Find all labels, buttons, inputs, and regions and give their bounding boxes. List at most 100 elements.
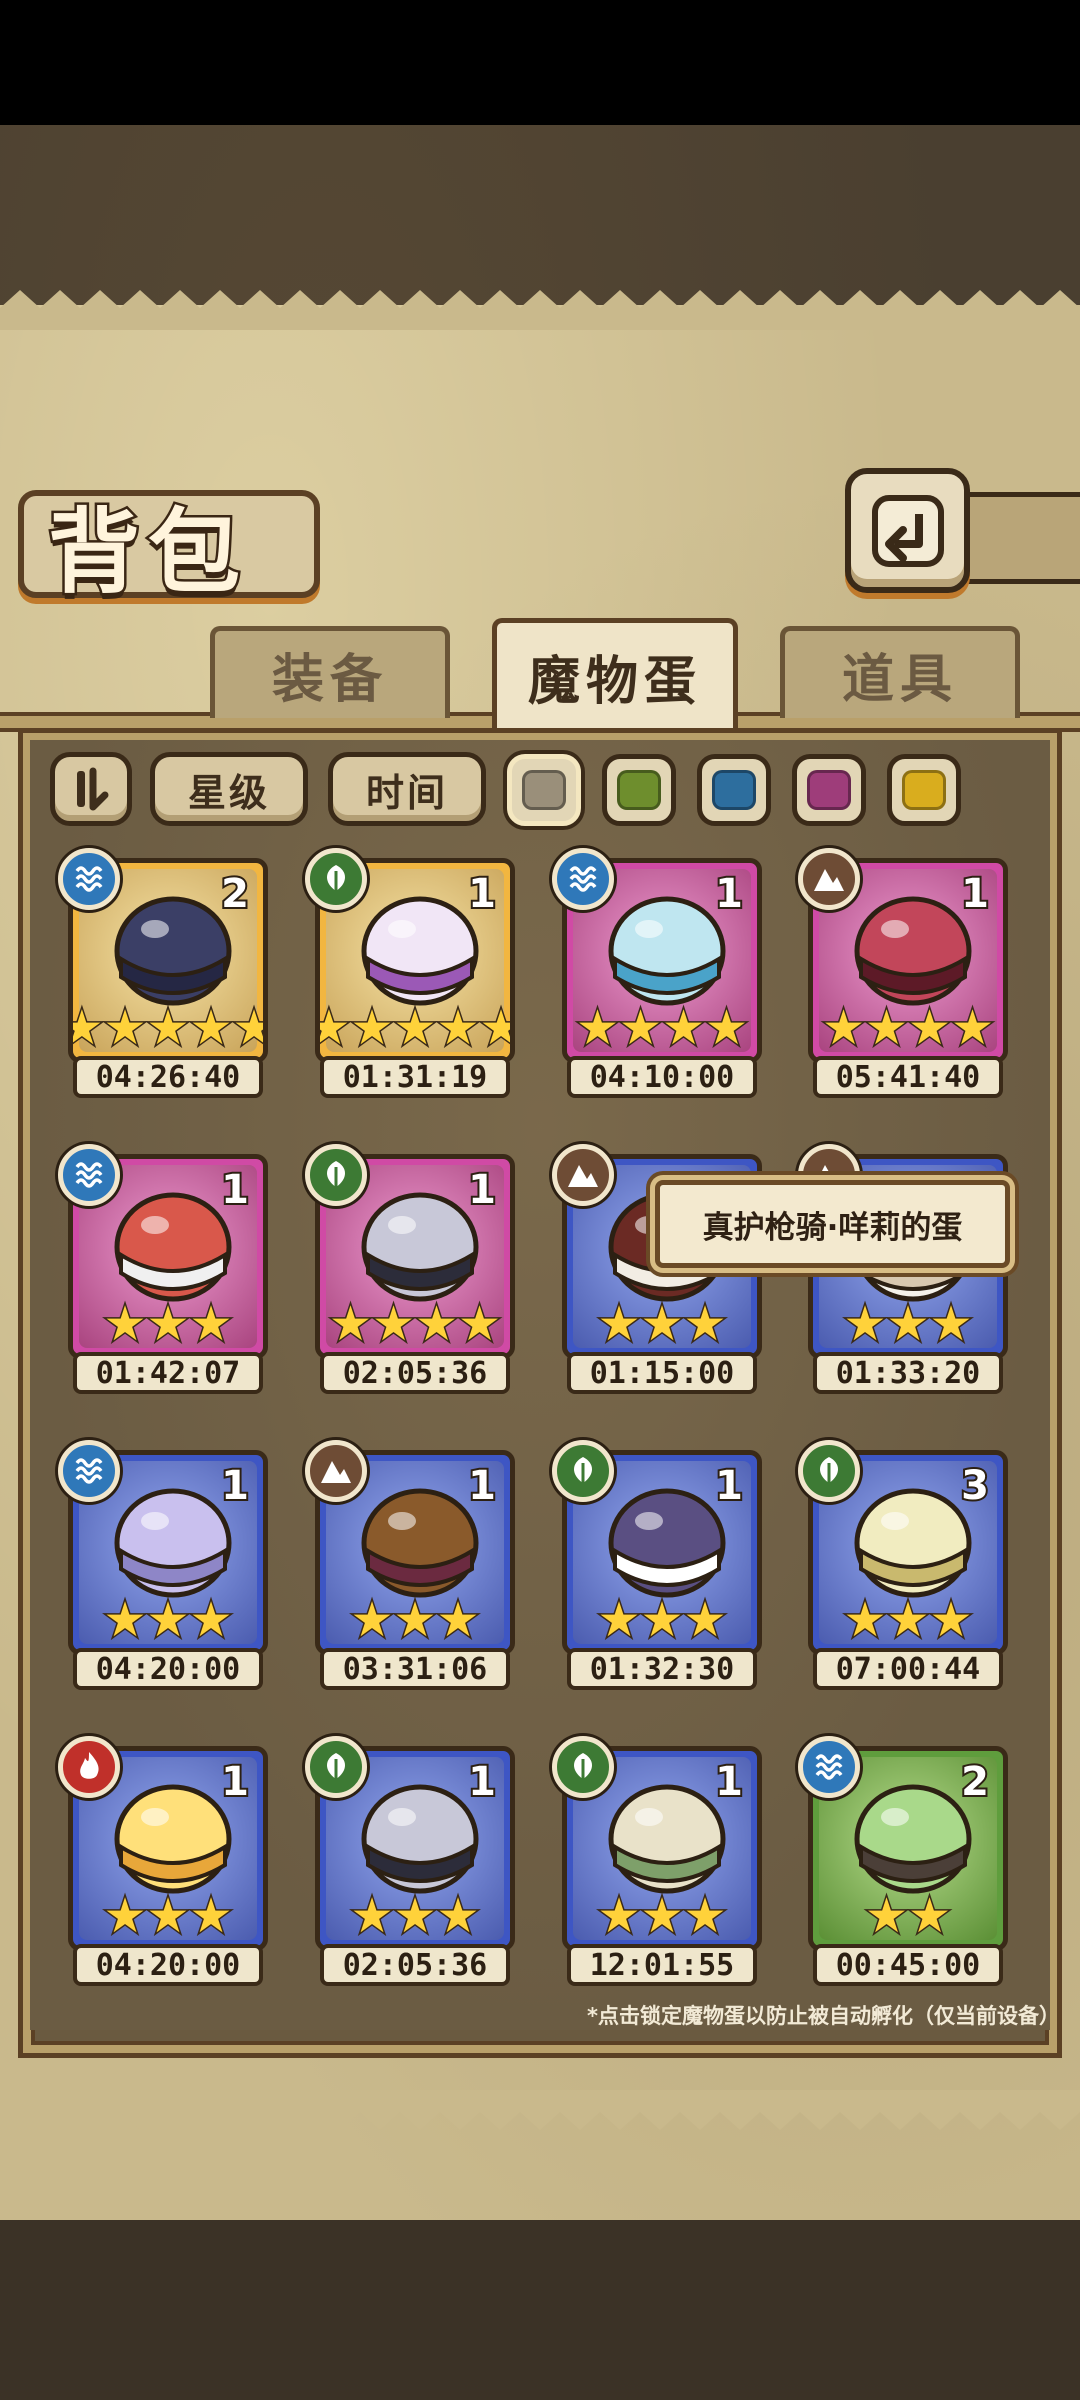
sort-by-time-button[interactable]: 时间 bbox=[328, 752, 486, 826]
star-rating: ★★★★ bbox=[567, 1000, 757, 1056]
earth-element-icon bbox=[552, 1144, 614, 1206]
star-icons: ★★★ bbox=[102, 1888, 234, 1944]
star-icons: ★★★ bbox=[349, 1888, 481, 1944]
hatch-timer: 12:01:55 bbox=[567, 1944, 757, 1986]
hatch-timer: 01:15:00 bbox=[567, 1352, 757, 1394]
hatch-timer: 04:26:40 bbox=[73, 1056, 263, 1098]
water-element-icon bbox=[58, 848, 120, 910]
torn-edge-top bbox=[0, 290, 1080, 330]
earth-element-icon bbox=[798, 848, 860, 910]
hatch-timer: 05:41:40 bbox=[813, 1056, 1003, 1098]
tab-items[interactable]: 道具 bbox=[780, 626, 1020, 718]
sort-order-icon bbox=[77, 767, 109, 811]
egg-count: 1 bbox=[713, 1757, 745, 1807]
star-icons: ★★★ bbox=[842, 1296, 974, 1352]
lock-hint-footnote: *点击锁定魔物蛋以防止被自动孵化（仅当前设备） bbox=[587, 2004, 1060, 2028]
hatch-timer: 03:31:06 bbox=[320, 1648, 510, 1690]
sort-by-stars-button[interactable]: 星级 bbox=[150, 752, 308, 826]
leaf-element-icon bbox=[305, 1736, 367, 1798]
color-filter-swatch[interactable] bbox=[792, 754, 866, 826]
egg-count: 1 bbox=[466, 1461, 498, 1511]
water-element-icon bbox=[58, 1144, 120, 1206]
star-rating: ★★★ bbox=[73, 1888, 263, 1944]
hatch-timer: 04:10:00 bbox=[567, 1056, 757, 1098]
earth-element-icon bbox=[305, 1440, 367, 1502]
hatch-timer: 01:42:07 bbox=[73, 1352, 263, 1394]
star-rating: ★★★ bbox=[320, 1888, 510, 1944]
color-filter-swatch[interactable] bbox=[507, 754, 581, 826]
leaf-element-icon bbox=[305, 1144, 367, 1206]
star-icons: ★★★★★ bbox=[315, 1000, 515, 1056]
swatch-color bbox=[617, 770, 661, 810]
torn-edge-bottom bbox=[0, 2090, 1080, 2130]
color-filter-swatch[interactable] bbox=[697, 754, 771, 826]
star-rating: ★★★ bbox=[567, 1296, 757, 1352]
egg-count: 1 bbox=[713, 869, 745, 919]
star-rating: ★★★★★ bbox=[73, 1003, 263, 1054]
color-filter-swatch[interactable] bbox=[887, 754, 961, 826]
swatch-color bbox=[712, 770, 756, 810]
tab-equipment[interactable]: 装备 bbox=[210, 626, 450, 718]
star-icons: ★★★★ bbox=[574, 1000, 749, 1056]
egg-count: 1 bbox=[219, 1461, 251, 1511]
star-rating: ★★★ bbox=[567, 1592, 757, 1648]
fire-element-icon bbox=[58, 1736, 120, 1798]
back-arrow-icon bbox=[871, 494, 944, 567]
leaf-element-icon bbox=[552, 1440, 614, 1502]
star-rating: ★★★★★ bbox=[320, 1003, 510, 1054]
egg-count: 2 bbox=[959, 1757, 991, 1807]
hatch-timer: 04:20:00 bbox=[73, 1648, 263, 1690]
hatch-timer: 01:31:19 bbox=[320, 1056, 510, 1098]
egg-name-tooltip: 真护枪骑·咩莉的蛋 bbox=[655, 1180, 1010, 1268]
star-icons: ★★★★ bbox=[820, 1000, 995, 1056]
hatch-timer: 00:45:00 bbox=[813, 1944, 1003, 1986]
color-filter-swatch[interactable] bbox=[602, 754, 676, 826]
water-element-icon bbox=[58, 1440, 120, 1502]
hatch-timer: 07:00:44 bbox=[813, 1648, 1003, 1690]
leaf-element-icon bbox=[552, 1736, 614, 1798]
hatch-timer: 01:33:20 bbox=[813, 1352, 1003, 1394]
egg-count: 2 bbox=[219, 869, 251, 919]
star-icons: ★★★ bbox=[596, 1592, 728, 1648]
star-rating: ★★★ bbox=[813, 1296, 1003, 1352]
sort-order-button[interactable] bbox=[50, 752, 132, 826]
map-background-bottom bbox=[0, 2220, 1080, 2400]
swatch-color bbox=[902, 770, 946, 810]
water-element-icon bbox=[552, 848, 614, 910]
egg-count: 1 bbox=[713, 1461, 745, 1511]
star-icons: ★★★★★ bbox=[68, 1000, 268, 1056]
hatch-timer: 02:05:36 bbox=[320, 1944, 510, 1986]
star-icons: ★★★ bbox=[349, 1592, 481, 1648]
star-rating: ★★★ bbox=[73, 1592, 263, 1648]
star-rating: ★★★★ bbox=[813, 1000, 1003, 1056]
page-title: 背包 bbox=[46, 496, 249, 609]
star-rating: ★★★ bbox=[813, 1592, 1003, 1648]
star-icons: ★★★ bbox=[596, 1888, 728, 1944]
egg-count: 1 bbox=[959, 869, 991, 919]
egg-count: 1 bbox=[219, 1757, 251, 1807]
egg-count: 1 bbox=[219, 1165, 251, 1215]
star-icons: ★★★ bbox=[596, 1296, 728, 1352]
game-screen: 背包 装备 魔物蛋 道具 星级 时间 2 ★★★★★ 04:26:40 1 ★★★★★ 0… bbox=[0, 0, 1080, 2400]
star-icons: ★★★ bbox=[102, 1592, 234, 1648]
water-element-icon bbox=[798, 1736, 860, 1798]
star-icons: ★★★ bbox=[102, 1296, 234, 1352]
star-rating: ★★★★ bbox=[320, 1296, 510, 1352]
hatch-timer: 01:32:30 bbox=[567, 1648, 757, 1690]
swatch-color bbox=[807, 770, 851, 810]
back-button[interactable] bbox=[845, 468, 970, 593]
star-icons: ★★ bbox=[863, 1888, 952, 1944]
back-rail bbox=[968, 492, 1080, 584]
egg-count: 1 bbox=[466, 869, 498, 919]
tab-monster-eggs[interactable]: 魔物蛋 bbox=[492, 618, 738, 730]
hatch-timer: 04:20:00 bbox=[73, 1944, 263, 1986]
swatch-color bbox=[522, 770, 566, 810]
egg-count: 1 bbox=[466, 1757, 498, 1807]
hatch-timer: 02:05:36 bbox=[320, 1352, 510, 1394]
star-icons: ★★★★ bbox=[327, 1296, 502, 1352]
star-rating: ★★★ bbox=[567, 1888, 757, 1944]
star-rating: ★★ bbox=[813, 1888, 1003, 1944]
star-icons: ★★★ bbox=[842, 1592, 974, 1648]
egg-count: 3 bbox=[959, 1461, 991, 1511]
star-rating: ★★★ bbox=[73, 1296, 263, 1352]
